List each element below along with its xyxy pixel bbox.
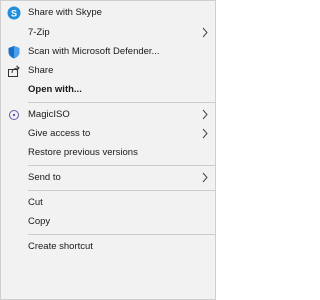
menu-item-label: Restore previous versions <box>28 147 138 158</box>
menu-item-label: Scan with Microsoft Defender... <box>28 46 160 57</box>
share-icon <box>8 65 20 77</box>
menu-item-label: Cut <box>28 197 43 208</box>
menu-item-label: Copy <box>28 216 51 227</box>
menu-separator <box>28 165 215 166</box>
defender-shield-icon <box>8 46 20 59</box>
menu-separator <box>28 190 215 191</box>
menu-separator <box>28 102 215 103</box>
chevron-right-icon <box>202 109 208 120</box>
skype-icon: S <box>7 6 21 20</box>
menu-item-label: 7-Zip <box>28 27 50 38</box>
menu-item-label: Send to <box>28 172 61 183</box>
menu-item-label: Create shortcut <box>28 241 93 252</box>
menu-item-magiciso[interactable]: MagicISO <box>1 105 215 124</box>
menu-item-copy[interactable]: Copy <box>1 212 215 231</box>
menu-item-share-with-skype[interactable]: S Share with Skype <box>1 3 215 22</box>
menu-item-cut[interactable]: Cut <box>1 193 215 212</box>
menu-item-scan-defender[interactable]: Scan with Microsoft Defender... <box>1 42 215 61</box>
svg-text:S: S <box>11 8 17 18</box>
menu-item-restore-previous-versions[interactable]: Restore previous versions <box>1 143 215 162</box>
magiciso-icon <box>9 110 19 120</box>
menu-item-share[interactable]: Share <box>1 61 215 80</box>
menu-item-send-to[interactable]: Send to <box>1 168 215 187</box>
menu-item-open-with[interactable]: Open with... <box>1 80 215 99</box>
menu-item-label: Give access to <box>28 128 91 139</box>
chevron-right-icon <box>202 27 208 38</box>
menu-item-create-shortcut[interactable]: Create shortcut <box>1 237 215 256</box>
chevron-right-icon <box>202 172 208 183</box>
menu-item-label: MagicISO <box>28 109 70 120</box>
context-menu: S Share with Skype 7-Zip Scan with Micro… <box>0 0 216 300</box>
menu-item-label: Open with... <box>28 84 82 95</box>
menu-item-7zip[interactable]: 7-Zip <box>1 23 215 42</box>
menu-item-label: Share with Skype <box>28 7 102 18</box>
chevron-right-icon <box>202 128 208 139</box>
menu-item-give-access-to[interactable]: Give access to <box>1 124 215 143</box>
menu-item-label: Share <box>28 65 54 76</box>
menu-separator <box>28 234 215 235</box>
